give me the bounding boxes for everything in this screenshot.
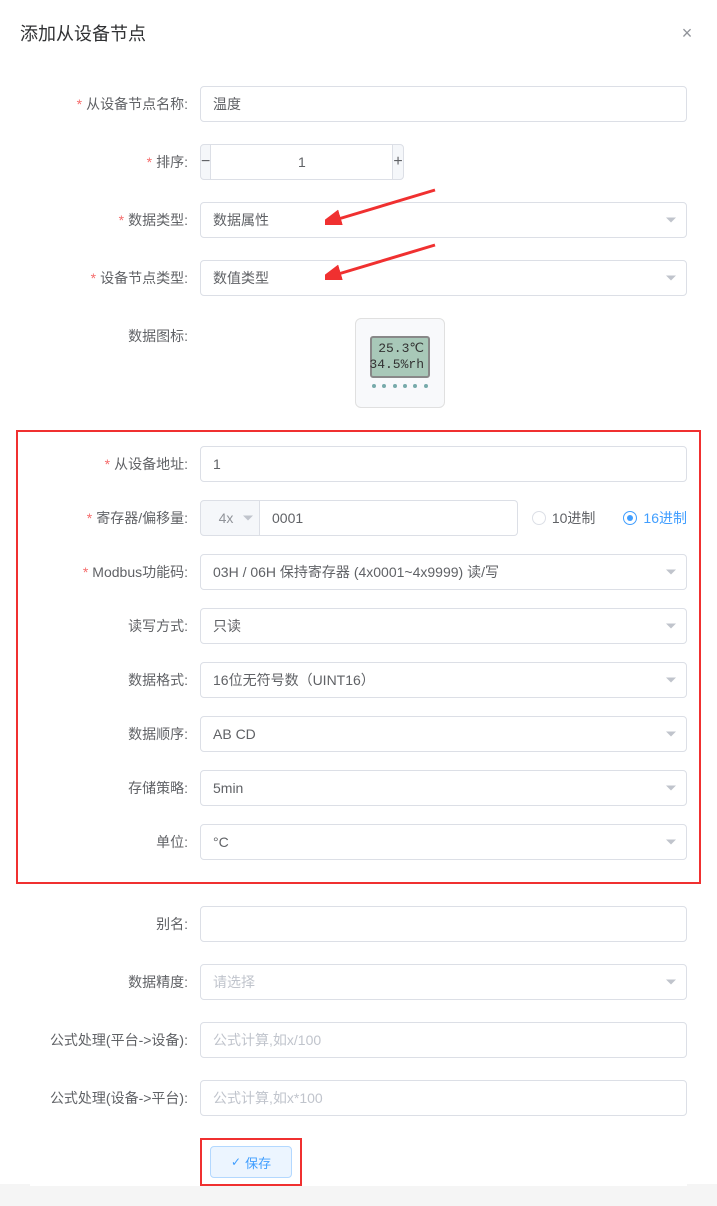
form-panel: *从设备节点名称: *排序: − + *数据类型: — [30, 86, 687, 1186]
modbus-func-select[interactable]: 03H / 06H 保持寄存器 (4x0001~4x9999) 读/写 — [200, 554, 687, 590]
radix-hex-radio[interactable]: 16进制 — [623, 508, 687, 528]
modal-body: *从设备节点名称: *排序: − + *数据类型: — [0, 56, 717, 1206]
check-icon: ✓ — [231, 1155, 241, 1169]
label-register: *寄存器/偏移量: — [30, 500, 200, 536]
save-highlight: ✓ 保存 — [200, 1138, 302, 1186]
chevron-down-icon — [243, 516, 253, 521]
label-unit: 单位: — [30, 824, 200, 860]
row-node-name: *从设备节点名称: — [30, 86, 687, 122]
row-alias: 别名: — [30, 906, 687, 942]
chevron-down-icon — [666, 732, 676, 737]
radix-dec-radio[interactable]: 10进制 — [532, 508, 596, 528]
row-byte-order: 数据顺序: AB CD — [30, 716, 687, 752]
label-byte-order: 数据顺序: — [30, 716, 200, 752]
chevron-down-icon — [666, 786, 676, 791]
radio-on-icon — [623, 511, 637, 525]
rw-mode-select[interactable]: 只读 — [200, 608, 687, 644]
chevron-down-icon — [666, 624, 676, 629]
register-offset-input[interactable] — [260, 500, 518, 536]
thermometer-icon: 25.3℃ 34.5%rh — [370, 336, 430, 378]
highlighted-section: *从设备地址: *寄存器/偏移量: 4x — [16, 430, 701, 884]
byte-order-select[interactable]: AB CD — [200, 716, 687, 752]
chevron-down-icon — [666, 840, 676, 845]
slave-address-input[interactable] — [200, 446, 687, 482]
chevron-down-icon — [666, 980, 676, 985]
label-data-icon: 数据图标: — [30, 318, 200, 354]
node-name-input[interactable] — [200, 86, 687, 122]
data-type-select[interactable]: 数据属性 — [200, 202, 687, 238]
device-icon-preview[interactable]: 25.3℃ 34.5%rh — [355, 318, 445, 408]
row-modbus-func: *Modbus功能码: 03H / 06H 保持寄存器 (4x0001~4x99… — [30, 554, 687, 590]
save-button[interactable]: ✓ 保存 — [210, 1146, 292, 1178]
label-rw-mode: 读写方式: — [30, 608, 200, 644]
modal-title: 添加从设备节点 — [20, 20, 146, 46]
data-format-select[interactable]: 16位无符号数（UINT16） — [200, 662, 687, 698]
close-icon[interactable]: × — [677, 23, 697, 43]
register-prefix-select[interactable]: 4x — [200, 500, 260, 536]
row-rw-mode: 读写方式: 只读 — [30, 608, 687, 644]
stepper-plus-button[interactable]: + — [392, 144, 403, 180]
chevron-down-icon — [666, 678, 676, 683]
radio-off-icon — [532, 511, 546, 525]
row-register: *寄存器/偏移量: 4x 10进制 — [30, 500, 687, 536]
row-storage: 存储策略: 5min — [30, 770, 687, 806]
formula-d2p-input[interactable] — [200, 1080, 687, 1116]
label-storage: 存储策略: — [30, 770, 200, 806]
label-alias: 别名: — [30, 906, 200, 942]
row-data-icon: 数据图标: 25.3℃ 34.5%rh — [30, 318, 687, 408]
sort-stepper: − + — [200, 144, 380, 180]
row-node-type: *设备节点类型: 数值类型 — [30, 260, 687, 296]
label-node-type: *设备节点类型: — [30, 260, 200, 296]
label-precision: 数据精度: — [30, 964, 200, 1000]
chevron-down-icon — [666, 218, 676, 223]
alias-input[interactable] — [200, 906, 687, 942]
row-unit: 单位: °C — [30, 824, 687, 860]
label-slave-address: *从设备地址: — [30, 446, 200, 482]
label-formula-d2p: 公式处理(设备->平台): — [30, 1080, 200, 1116]
unit-select[interactable]: °C — [200, 824, 687, 860]
formula-p2d-input[interactable] — [200, 1022, 687, 1058]
label-formula-p2d: 公式处理(平台->设备): — [30, 1022, 200, 1058]
row-sort: *排序: − + — [30, 144, 687, 180]
chevron-down-icon — [666, 276, 676, 281]
node-type-select[interactable]: 数值类型 — [200, 260, 687, 296]
label-sort: *排序: — [30, 144, 200, 180]
storage-select[interactable]: 5min — [200, 770, 687, 806]
stepper-minus-button[interactable]: − — [200, 144, 211, 180]
label-modbus-func: *Modbus功能码: — [30, 554, 200, 590]
row-precision: 数据精度: 请选择 — [30, 964, 687, 1000]
row-formula-d2p: 公式处理(设备->平台): — [30, 1080, 687, 1116]
row-slave-address: *从设备地址: — [30, 446, 687, 482]
label-node-name: *从设备节点名称: — [30, 86, 200, 122]
row-data-format: 数据格式: 16位无符号数（UINT16） — [30, 662, 687, 698]
precision-select[interactable]: 请选择 — [200, 964, 687, 1000]
radix-radio-group: 10进制 16进制 — [532, 500, 687, 536]
row-formula-p2d: 公式处理(平台->设备): — [30, 1022, 687, 1058]
row-data-type: *数据类型: 数据属性 — [30, 202, 687, 238]
modal-header: 添加从设备节点 × — [0, 0, 717, 56]
label-data-type: *数据类型: — [30, 202, 200, 238]
modal-dialog: 添加从设备节点 × *从设备节点名称: *排序: − + — [0, 0, 717, 1184]
sort-input[interactable] — [211, 144, 392, 180]
label-data-format: 数据格式: — [30, 662, 200, 698]
chevron-down-icon — [666, 570, 676, 575]
